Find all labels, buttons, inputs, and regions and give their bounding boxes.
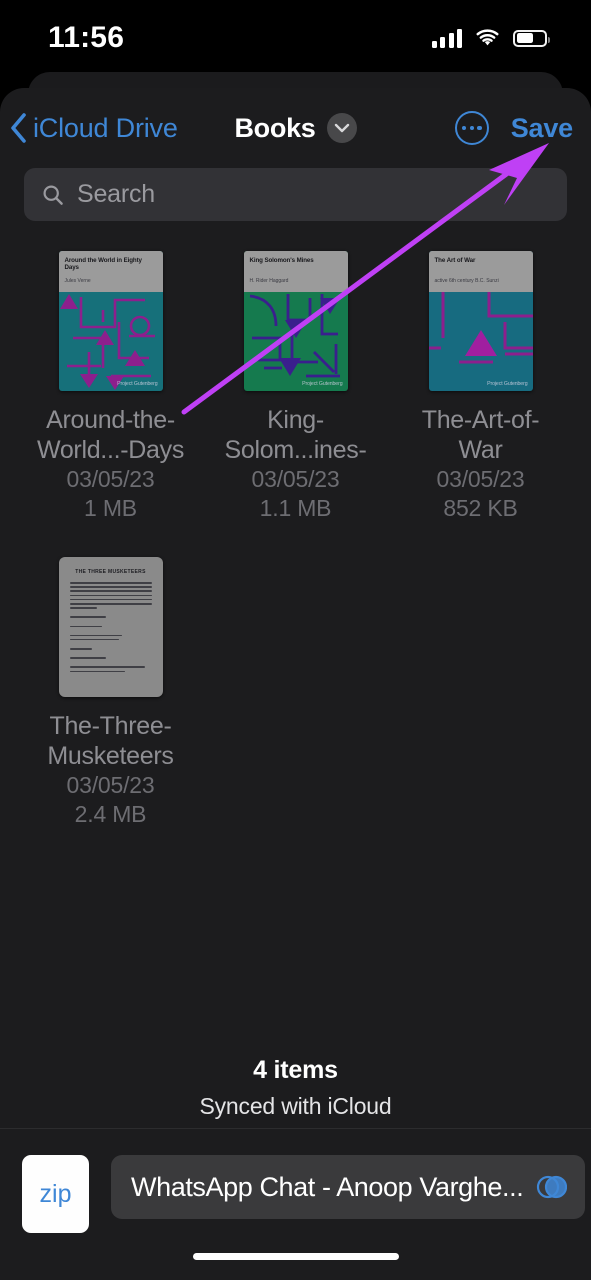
file-grid: Around the World in Eighty Days Jules Ve…	[0, 221, 591, 829]
document-page-thumbnail: THE THREE MUSKETEERS	[58, 557, 163, 697]
cover-title: King Solomon's Mines	[249, 257, 314, 264]
cover-pattern	[428, 292, 533, 364]
book-cover-thumbnail: The Art of War active 6th century B.C. S…	[428, 251, 533, 391]
cover-imprint: Project Gutenberg	[302, 381, 343, 387]
cover-author: H. Rider Haggard	[249, 278, 289, 284]
file-date: 03/05/23	[66, 772, 155, 798]
file-size: 852 KB	[443, 495, 518, 521]
book-cover-thumbnail: King Solomon's Mines H. Rider Haggard Pr…	[243, 251, 348, 391]
overlapping-circles-icon[interactable]	[535, 1174, 568, 1200]
cover-pattern	[249, 294, 340, 378]
wifi-icon	[476, 28, 499, 45]
sync-status: Synced with iCloud	[199, 1093, 392, 1119]
file-name: The-Three-Musketeers	[47, 712, 174, 770]
navigation-bar: iCloud Drive Books Save	[0, 88, 591, 168]
chevron-down-icon[interactable]	[326, 113, 357, 143]
cover-artwork	[59, 292, 163, 391]
file-name: The-Art-of-War	[421, 406, 540, 464]
save-button[interactable]: Save	[511, 113, 573, 144]
status-bar-time: 11:56	[48, 21, 125, 54]
footer-status: 4 items Synced with iCloud	[0, 1056, 591, 1120]
file-name-value: WhatsApp Chat - Anoop Varghe...	[131, 1171, 524, 1202]
book-cover-thumbnail: Around the World in Eighty Days Jules Ve…	[58, 251, 163, 391]
cover-imprint: Project Gutenberg	[117, 381, 158, 387]
file-item[interactable]: The Art of War active 6th century B.C. S…	[388, 251, 573, 523]
zip-label: zip	[39, 1179, 72, 1208]
cover-artwork	[244, 292, 348, 391]
file-thumbnail: The Art of War active 6th century B.C. S…	[428, 251, 533, 391]
page-title: Books	[234, 112, 316, 143]
file-size: 1.1 MB	[259, 495, 332, 521]
file-date: 03/05/23	[66, 466, 155, 492]
search-icon	[43, 184, 63, 205]
cover-title: The Art of War	[434, 257, 476, 264]
file-date: 03/05/23	[436, 466, 525, 492]
file-name: Around-the-World...-Days	[36, 406, 185, 464]
file-date: 03/05/23	[251, 466, 340, 492]
file-item[interactable]: King Solomon's Mines H. Rider Haggard Pr…	[203, 251, 388, 523]
battery-icon	[513, 29, 550, 47]
home-indicator	[192, 1253, 399, 1260]
cover-imprint: Project Gutenberg	[487, 381, 528, 387]
file-name-input[interactable]: WhatsApp Chat - Anoop Varghe...	[111, 1155, 586, 1219]
back-button[interactable]: iCloud Drive	[10, 113, 178, 144]
file-thumbnail: THE THREE MUSKETEERS	[58, 557, 163, 697]
status-bar-indicators	[431, 28, 550, 48]
search-input[interactable]: Search	[24, 168, 567, 221]
nav-right-actions: Save	[454, 111, 573, 145]
file-item[interactable]: THE THREE MUSKETEERS The-Three-Musketeer…	[18, 557, 203, 829]
file-item[interactable]: Around the World in Eighty Days Jules Ve…	[18, 251, 203, 523]
chevron-down-glyph	[334, 123, 349, 133]
zip-file-icon[interactable]: zip	[22, 1155, 89, 1233]
search-bar-container: Search	[0, 168, 591, 221]
file-thumbnail: King Solomon's Mines H. Rider Haggard Pr…	[243, 251, 348, 391]
document-title: THE THREE MUSKETEERS	[75, 569, 146, 575]
status-bar: 11:56	[0, 0, 591, 76]
back-button-label: iCloud Drive	[33, 112, 178, 143]
cover-pattern	[59, 294, 155, 390]
cellular-bars-icon	[431, 28, 462, 48]
file-thumbnail: Around the World in Eighty Days Jules Ve…	[58, 251, 163, 391]
file-picker-sheet: iCloud Drive Books Save Search Around th…	[0, 88, 591, 1280]
cover-author: Jules Verne	[64, 278, 91, 284]
search-placeholder: Search	[77, 180, 156, 208]
file-size: 1 MB	[84, 495, 137, 521]
ellipsis-circle-icon[interactable]	[454, 111, 489, 145]
cover-artwork	[428, 292, 533, 391]
file-name: King-Solom...ines-	[224, 406, 367, 464]
phone-screen: 11:56 iCloud Drive Books Save Search Aro…	[0, 0, 591, 1280]
cover-title: Around the World in Eighty Days	[64, 257, 142, 272]
chevron-left-icon	[11, 113, 26, 143]
file-size: 2.4 MB	[74, 801, 147, 827]
item-count: 4 items	[253, 1056, 338, 1084]
cover-author: active 6th century B.C. Sunzi	[434, 278, 499, 284]
